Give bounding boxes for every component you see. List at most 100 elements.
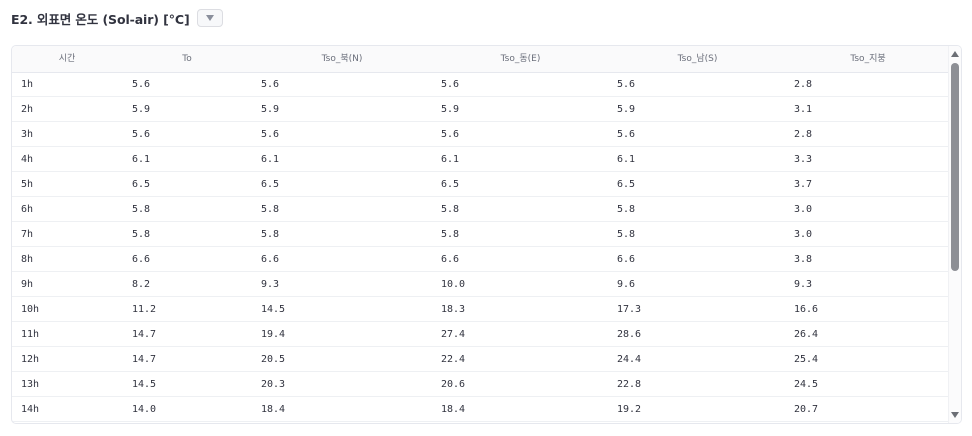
vertical-scrollbar[interactable] xyxy=(948,46,961,423)
cell-tso-south[interactable]: 5.6 xyxy=(617,122,635,146)
cell-to[interactable]: 5.8 xyxy=(132,197,150,221)
cell-tso-north[interactable]: 14.5 xyxy=(261,297,285,321)
cell-tso-east[interactable]: 18.4 xyxy=(441,397,465,421)
cell-time[interactable]: 5h xyxy=(21,172,33,196)
cell-tso-south[interactable]: 19.2 xyxy=(617,397,641,421)
cell-tso-north[interactable]: 5.8 xyxy=(261,197,279,221)
cell-time[interactable]: 12h xyxy=(21,347,39,371)
cell-tso-north[interactable]: 6.1 xyxy=(261,147,279,171)
cell-tso-north[interactable]: 5.9 xyxy=(261,97,279,121)
cell-tso-east[interactable]: 20.6 xyxy=(441,372,465,396)
cell-tso-east[interactable]: 6.5 xyxy=(441,172,459,196)
cell-tso-north[interactable]: 5.8 xyxy=(261,222,279,246)
table-row: 8h 6.6 6.6 6.6 6.6 3.8 xyxy=(12,247,950,272)
cell-to[interactable]: 14.0 xyxy=(132,397,156,421)
scroll-up-arrow-icon[interactable] xyxy=(950,49,960,59)
cell-time[interactable]: 8h xyxy=(21,247,33,271)
cell-to[interactable]: 5.6 xyxy=(132,72,150,96)
cell-to[interactable]: 8.2 xyxy=(132,272,150,296)
cell-tso-roof[interactable]: 2.8 xyxy=(794,72,812,96)
cell-tso-north[interactable]: 19.4 xyxy=(261,322,285,346)
cell-tso-east[interactable]: 5.8 xyxy=(441,197,459,221)
cell-tso-south[interactable]: 17.3 xyxy=(617,297,641,321)
column-header-tso-roof[interactable]: Tso_지붕 xyxy=(786,46,950,72)
cell-tso-south[interactable]: 6.6 xyxy=(617,247,635,271)
expand-toggle-button[interactable] xyxy=(196,9,223,27)
cell-tso-south[interactable]: 22.8 xyxy=(617,372,641,396)
cell-tso-roof[interactable]: 3.8 xyxy=(794,247,812,271)
column-header-time[interactable]: 시간 xyxy=(12,46,122,72)
cell-tso-south[interactable]: 24.4 xyxy=(617,347,641,371)
cell-tso-roof[interactable]: 16.6 xyxy=(794,297,818,321)
cell-to[interactable]: 14.7 xyxy=(132,347,156,371)
cell-time[interactable]: 1h xyxy=(21,72,33,96)
table-row: 10h 11.2 14.5 18.3 17.3 16.6 xyxy=(12,297,950,322)
cell-tso-east[interactable]: 22.4 xyxy=(441,347,465,371)
scroll-down-arrow-icon[interactable] xyxy=(950,410,960,420)
scrollbar-thumb[interactable] xyxy=(951,63,959,271)
cell-tso-south[interactable]: 6.5 xyxy=(617,172,635,196)
cell-tso-roof[interactable]: 24.5 xyxy=(794,372,818,396)
cell-time[interactable]: 6h xyxy=(21,197,33,221)
cell-to[interactable]: 5.9 xyxy=(132,97,150,121)
cell-to[interactable]: 14.7 xyxy=(132,322,156,346)
cell-time[interactable]: 3h xyxy=(21,122,33,146)
cell-tso-north[interactable]: 18.4 xyxy=(261,397,285,421)
cell-tso-east[interactable]: 5.9 xyxy=(441,97,459,121)
cell-tso-south[interactable]: 5.8 xyxy=(617,222,635,246)
cell-tso-east[interactable]: 18.3 xyxy=(441,297,465,321)
cell-tso-roof[interactable]: 3.0 xyxy=(794,197,812,221)
cell-to[interactable]: 14.5 xyxy=(132,372,156,396)
cell-to[interactable]: 5.6 xyxy=(132,122,150,146)
cell-time[interactable]: 10h xyxy=(21,297,39,321)
table-header: 시간 To Tso_북(N) Tso_동(E) Tso_남(S) Tso_지붕 xyxy=(12,46,950,73)
cell-time[interactable]: 9h xyxy=(21,272,33,296)
cell-tso-south[interactable]: 5.8 xyxy=(617,197,635,221)
cell-tso-north[interactable]: 6.6 xyxy=(261,247,279,271)
cell-tso-east[interactable]: 6.6 xyxy=(441,247,459,271)
cell-time[interactable]: 13h xyxy=(21,372,39,396)
cell-to[interactable]: 6.1 xyxy=(132,147,150,171)
cell-tso-south[interactable]: 5.9 xyxy=(617,97,635,121)
cell-tso-roof[interactable]: 3.1 xyxy=(794,97,812,121)
cell-tso-east[interactable]: 10.0 xyxy=(441,272,465,296)
cell-tso-roof[interactable]: 3.0 xyxy=(794,222,812,246)
cell-tso-roof[interactable]: 26.4 xyxy=(794,322,818,346)
cell-tso-roof[interactable]: 2.8 xyxy=(794,122,812,146)
cell-tso-south[interactable]: 9.6 xyxy=(617,272,635,296)
caret-down-icon xyxy=(205,15,214,21)
cell-tso-north[interactable]: 20.5 xyxy=(261,347,285,371)
cell-tso-roof[interactable]: 3.3 xyxy=(794,147,812,171)
table-row: 1h 5.6 5.6 5.6 5.6 2.8 xyxy=(12,72,950,97)
cell-to[interactable]: 11.2 xyxy=(132,297,156,321)
cell-tso-east[interactable]: 5.6 xyxy=(441,122,459,146)
cell-tso-north[interactable]: 6.5 xyxy=(261,172,279,196)
column-header-tso-south[interactable]: Tso_남(S) xyxy=(609,46,786,72)
cell-tso-east[interactable]: 6.1 xyxy=(441,147,459,171)
cell-tso-north[interactable]: 9.3 xyxy=(261,272,279,296)
cell-tso-east[interactable]: 5.8 xyxy=(441,222,459,246)
column-header-tso-east[interactable]: Tso_동(E) xyxy=(432,46,609,72)
cell-to[interactable]: 6.6 xyxy=(132,247,150,271)
cell-tso-east[interactable]: 5.6 xyxy=(441,72,459,96)
cell-tso-roof[interactable]: 20.7 xyxy=(794,397,818,421)
cell-tso-north[interactable]: 5.6 xyxy=(261,72,279,96)
cell-tso-south[interactable]: 28.6 xyxy=(617,322,641,346)
cell-tso-east[interactable]: 27.4 xyxy=(441,322,465,346)
cell-time[interactable]: 11h xyxy=(21,322,39,346)
cell-tso-north[interactable]: 5.6 xyxy=(261,122,279,146)
cell-to[interactable]: 6.5 xyxy=(132,172,150,196)
column-header-tso-north[interactable]: Tso_북(N) xyxy=(252,46,432,72)
cell-tso-north[interactable]: 20.3 xyxy=(261,372,285,396)
cell-time[interactable]: 14h xyxy=(21,397,39,421)
cell-time[interactable]: 2h xyxy=(21,97,33,121)
column-header-to[interactable]: To xyxy=(122,46,252,72)
cell-tso-south[interactable]: 5.6 xyxy=(617,72,635,96)
cell-tso-roof[interactable]: 9.3 xyxy=(794,272,812,296)
cell-tso-roof[interactable]: 25.4 xyxy=(794,347,818,371)
cell-to[interactable]: 5.8 xyxy=(132,222,150,246)
cell-tso-roof[interactable]: 3.7 xyxy=(794,172,812,196)
cell-tso-south[interactable]: 6.1 xyxy=(617,147,635,171)
cell-time[interactable]: 7h xyxy=(21,222,33,246)
cell-time[interactable]: 4h xyxy=(21,147,33,171)
